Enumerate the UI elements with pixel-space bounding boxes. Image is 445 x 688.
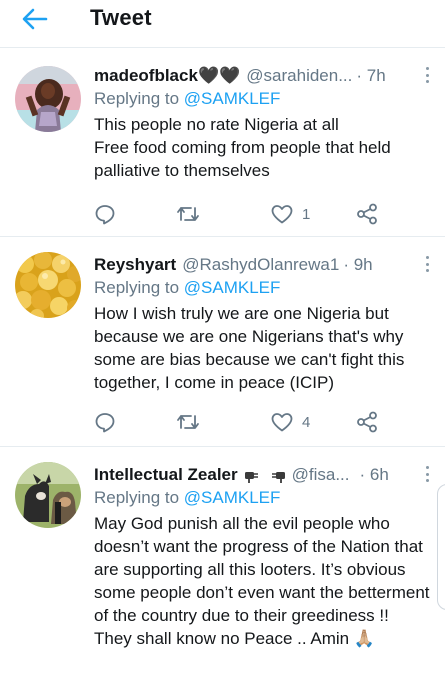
- avatar[interactable]: [15, 252, 81, 318]
- tweet-time: · 6h: [359, 465, 389, 484]
- replying-to-line: Replying to @SAMKLEF: [94, 277, 431, 299]
- more-options-button[interactable]: [421, 254, 433, 274]
- like-button[interactable]: 1: [270, 200, 310, 228]
- retweet-button[interactable]: [176, 408, 208, 436]
- heart-icon: [271, 205, 293, 224]
- avatar[interactable]: [15, 66, 81, 132]
- like-button[interactable]: 4: [270, 408, 310, 436]
- share-button[interactable]: [356, 200, 378, 228]
- author-handle[interactable]: @fisa...: [292, 464, 350, 486]
- tweet-text: May God punish all the evil people who d…: [94, 514, 430, 648]
- back-button[interactable]: [18, 6, 52, 32]
- tweet-reply-2[interactable]: Reyshyart @RashydOlanrewa1 · 9h Replying…: [0, 238, 445, 447]
- reply-button[interactable]: [94, 408, 124, 436]
- tweet-reply-3[interactable]: Intellectual Zealer @fisa... · 6h Replyi…: [0, 448, 445, 688]
- author-name[interactable]: Reyshyart: [94, 254, 176, 276]
- share-button[interactable]: [356, 408, 378, 436]
- like-count: 1: [302, 205, 311, 223]
- scroll-handle[interactable]: [437, 484, 445, 610]
- tweet-actions: 4: [94, 408, 394, 436]
- author-handle[interactable]: @RashydOlanrewa1: [182, 254, 339, 276]
- replying-to-label: Replying to: [94, 488, 184, 507]
- replying-to-handle[interactable]: @SAMKLEF: [184, 488, 281, 507]
- more-vertical-icon: [425, 67, 429, 70]
- replying-to-label: Replying to: [94, 278, 184, 297]
- tweet-time: · 7h: [356, 66, 386, 85]
- tweet-time: · 9h: [343, 255, 373, 274]
- share-icon: [357, 411, 377, 433]
- tweet-text: How I wish truly we are one Nigeria but …: [94, 304, 405, 392]
- tweet-actions: 1: [94, 200, 394, 228]
- page-title: Tweet: [90, 5, 152, 30]
- plug-icon: [271, 472, 285, 483]
- replying-to-handle[interactable]: @SAMKLEF: [184, 278, 281, 297]
- tweet-author-line: Reyshyart @RashydOlanrewa1 · 9h: [94, 254, 431, 276]
- more-options-button[interactable]: [421, 464, 433, 484]
- comment-icon: [95, 413, 115, 433]
- retweet-button[interactable]: [176, 200, 208, 228]
- share-icon: [357, 203, 377, 225]
- arrow-left-icon: [22, 8, 48, 30]
- plug-icon: [244, 472, 258, 483]
- replying-to-line: Replying to @SAMKLEF: [94, 487, 431, 509]
- more-options-button[interactable]: [421, 65, 433, 85]
- author-handle[interactable]: @sarahiden...: [246, 65, 352, 87]
- retweet-icon: [177, 207, 199, 221]
- replying-to-line: Replying to @SAMKLEF: [94, 88, 431, 110]
- top-app-bar: Tweet: [0, 0, 445, 48]
- author-name-emoji: 🖤🖤: [197, 66, 241, 85]
- heart-icon: [271, 413, 293, 432]
- author-name[interactable]: madeofblack: [94, 65, 198, 87]
- tweet-reply-1[interactable]: madeofblack 🖤🖤 @sarahiden... · 7h Replyi…: [0, 49, 445, 237]
- author-name[interactable]: Intellectual Zealer: [94, 464, 238, 486]
- replying-to-handle[interactable]: @SAMKLEF: [184, 89, 281, 108]
- replying-to-label: Replying to: [94, 89, 184, 108]
- comment-icon: [95, 205, 115, 225]
- tweet-text: This people no rate Nigeria at all Free …: [94, 115, 391, 180]
- more-vertical-icon: [425, 256, 429, 259]
- more-vertical-icon: [425, 466, 429, 469]
- tweet-author-line: madeofblack 🖤🖤 @sarahiden... · 7h: [94, 65, 431, 87]
- like-count: 4: [302, 413, 311, 431]
- tweet-author-line: Intellectual Zealer @fisa... · 6h: [94, 464, 431, 486]
- reply-button[interactable]: [94, 200, 124, 228]
- retweet-icon: [177, 415, 199, 429]
- avatar[interactable]: [15, 462, 81, 528]
